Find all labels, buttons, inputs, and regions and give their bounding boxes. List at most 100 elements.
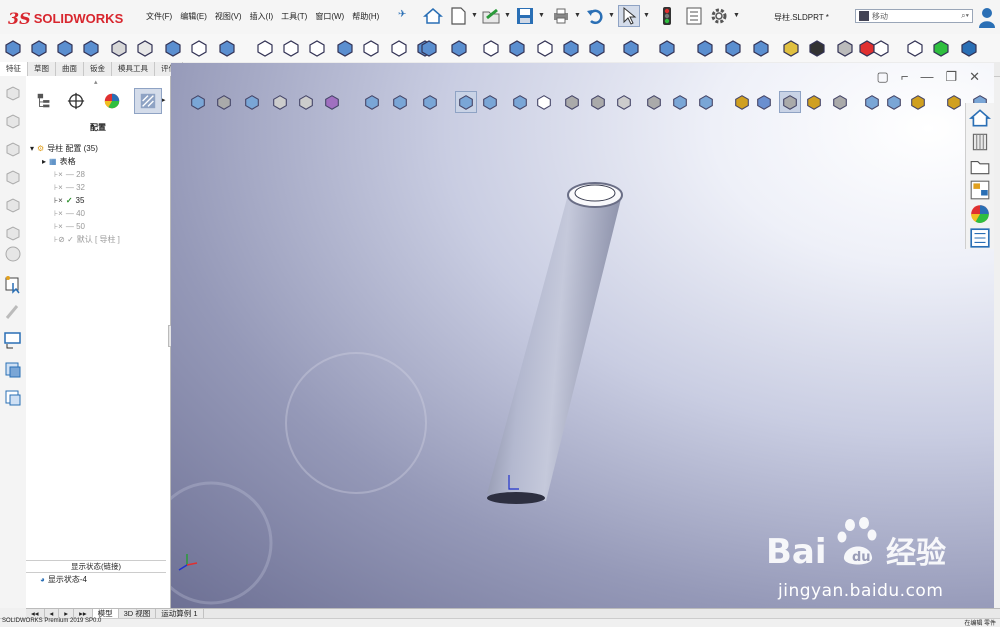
minimize-icon[interactable]: — (920, 69, 933, 85)
file-explorer-icon[interactable] (969, 155, 991, 177)
display-manager-tab-icon[interactable] (98, 88, 126, 114)
solidworks-logo[interactable]: 3S SOLIDWORKS (8, 8, 123, 28)
open-icon[interactable] (480, 5, 502, 27)
sweep-boss-icon[interactable] (3, 138, 23, 158)
tab-sketch[interactable]: 草图 (28, 62, 56, 76)
mass-properties-icon[interactable] (829, 91, 851, 113)
view-palette-icon[interactable] (969, 179, 991, 201)
boundary-boss-icon[interactable] (3, 194, 23, 214)
zoom-area-icon[interactable] (389, 91, 411, 113)
cartoon-icon[interactable] (779, 91, 801, 113)
menu-window[interactable]: 窗口(W) (315, 11, 344, 22)
sweep-icon[interactable] (506, 37, 528, 59)
measure-tool-icon[interactable] (883, 91, 905, 113)
print-dropdown-icon[interactable]: ▼ (574, 12, 581, 19)
combine-icon[interactable] (586, 37, 608, 59)
config-root-row[interactable]: ▾ ⚙ 导柱 配置 (35) (30, 142, 98, 154)
helix-icon[interactable] (750, 37, 772, 59)
options-dropdown-icon[interactable]: ▼ (733, 12, 740, 19)
menu-edit[interactable]: 编辑(E) (180, 11, 207, 22)
solidworks-resources-home-icon[interactable] (969, 107, 991, 129)
pan-icon[interactable] (295, 91, 317, 113)
tab-mold-tools[interactable]: 模具工具 (112, 62, 155, 76)
pin-menu-icon[interactable]: ✈ (398, 9, 406, 20)
zoom-to-fit-icon[interactable] (361, 91, 383, 113)
save-as-icon[interactable] (958, 37, 980, 59)
save-icon[interactable] (514, 5, 536, 27)
loft-boss-icon[interactable] (3, 166, 23, 186)
panel-expand-handle-icon[interactable]: ▴ (94, 78, 98, 86)
undo-dropdown-icon[interactable]: ▼ (608, 12, 615, 19)
stop-icon[interactable] (834, 37, 856, 59)
display-state-row[interactable]: ◕ 显示状态-4 (40, 574, 87, 585)
extrude-boss-icon[interactable] (3, 82, 23, 102)
extruded-boss-icon[interactable] (2, 37, 24, 59)
rotate-icon[interactable] (269, 91, 291, 113)
search-input[interactable]: 移动 (872, 11, 888, 22)
chamfer-icon[interactable] (360, 37, 382, 59)
new-dropdown-icon[interactable]: ▼ (471, 12, 478, 19)
dome-icon[interactable] (254, 37, 276, 59)
extruded-cut-icon[interactable] (80, 37, 102, 59)
search-icon[interactable]: ⌕▾ (961, 11, 969, 21)
tile-icon[interactable]: ▢ (877, 69, 889, 85)
menu-insert[interactable]: 插入(I) (250, 11, 274, 22)
section-view-icon[interactable] (419, 91, 441, 113)
ambient-occlusion-icon[interactable] (731, 91, 753, 113)
configuration-manager-tab-icon[interactable] (134, 88, 162, 114)
design-library-icon[interactable] (969, 131, 991, 153)
camera-icon[interactable] (803, 91, 825, 113)
edit-tool-icon[interactable] (3, 302, 23, 322)
rebuild-traffic-light-icon[interactable] (656, 5, 678, 27)
intersect-icon[interactable] (306, 37, 328, 59)
collapse-icon[interactable]: ▸ (42, 157, 46, 166)
graphics-viewport[interactable]: ▢ ⌐ — ❐ ✕ Bai du 经验 jingyan.baidu.com (171, 63, 994, 608)
file-properties-icon[interactable] (683, 5, 705, 27)
menu-view[interactable]: 视图(V) (215, 11, 242, 22)
filter-icon[interactable] (321, 91, 343, 113)
revolve-boss-icon[interactable] (3, 110, 23, 130)
appearance-sphere-icon[interactable] (861, 91, 883, 113)
property-manager-tab-icon[interactable] (62, 88, 90, 114)
search-box[interactable]: 移动 ⌕▾ (855, 9, 973, 23)
shell-icon[interactable] (188, 37, 210, 59)
undo-icon[interactable] (584, 5, 606, 27)
manager-tabs-more-icon[interactable]: ▸ (162, 96, 166, 104)
hide-show-items-icon[interactable] (561, 91, 583, 113)
previous-view-icon[interactable] (187, 91, 209, 113)
guide-pillar-model[interactable] (471, 171, 631, 511)
instant3d-icon[interactable] (480, 37, 502, 59)
close-icon[interactable]: ✕ (969, 69, 980, 85)
restore-icon[interactable]: ❐ (945, 69, 957, 85)
edit-appearance-icon[interactable] (587, 91, 609, 113)
fillet-icon[interactable] (334, 37, 356, 59)
tab-sheet-metal[interactable]: 钣金 (84, 62, 112, 76)
perspective-icon[interactable] (753, 91, 775, 113)
dynamic-annotation-icon[interactable] (241, 91, 263, 113)
hole-wizard-icon[interactable] (3, 244, 23, 264)
options-gear-icon[interactable] (708, 5, 730, 27)
normal-to-icon[interactable] (479, 91, 501, 113)
select-pointer-icon[interactable] (618, 5, 640, 27)
section-properties-icon[interactable] (943, 91, 965, 113)
menu-help[interactable]: 帮助(H) (352, 11, 379, 22)
new-document-icon[interactable] (447, 5, 469, 27)
config-item-35-active[interactable]: ⊦× ✓ 35 (54, 194, 84, 206)
menu-file[interactable]: 文件(F) (146, 11, 172, 22)
wrap-icon[interactable] (280, 37, 302, 59)
delete-face-icon[interactable] (694, 37, 716, 59)
curve-icon[interactable] (448, 37, 470, 59)
tab-features[interactable]: 特征 (0, 62, 28, 76)
rib-icon[interactable] (162, 37, 184, 59)
config-item-40[interactable]: ⊦× — 40 (54, 207, 85, 219)
feature-manager-tab-icon[interactable] (30, 88, 58, 114)
swept-boss-icon[interactable] (54, 37, 76, 59)
appearances-icon[interactable] (969, 203, 991, 225)
select-dropdown-icon[interactable]: ▼ (643, 12, 650, 19)
custom-properties-icon[interactable] (969, 227, 991, 249)
draft-icon[interactable] (216, 37, 238, 59)
hidden-lines-icon[interactable] (533, 91, 555, 113)
home-view-icon[interactable] (870, 37, 892, 59)
move-face-icon[interactable] (656, 37, 678, 59)
tile-alt-icon[interactable]: ⌐ (901, 69, 909, 85)
